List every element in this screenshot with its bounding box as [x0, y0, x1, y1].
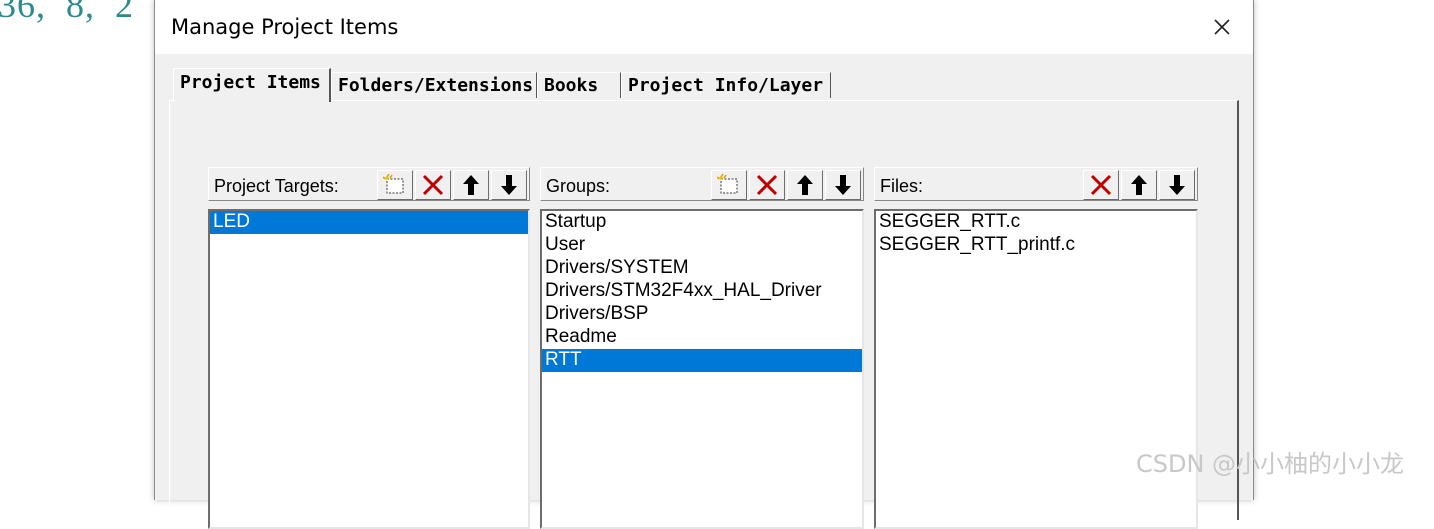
move-up-icon [1131, 175, 1147, 195]
delete-icon [756, 174, 778, 196]
groups-move-down-button[interactable] [825, 170, 861, 200]
targets-list[interactable]: LED [208, 209, 530, 529]
files-header: Files: [874, 167, 1198, 201]
move-down-icon [1169, 175, 1185, 195]
tab-project-info-layer[interactable]: Project Info/Layer [621, 72, 831, 98]
close-icon [1214, 19, 1230, 35]
list-item[interactable]: Drivers/BSP [542, 303, 862, 326]
watermark: CSDN @小小柚的小小龙 [1136, 450, 1405, 478]
files-move-up-button[interactable] [1121, 170, 1157, 200]
dialog-titlebar: Manage Project Items [155, 0, 1253, 54]
groups-new-button[interactable] [711, 170, 747, 200]
move-up-icon [797, 175, 813, 195]
list-item[interactable]: SEGGER_RTT_printf.c [876, 234, 1196, 257]
list-item[interactable]: User [542, 234, 862, 257]
tab-project-items[interactable]: Project Items [173, 68, 331, 102]
groups-move-up-button[interactable] [787, 170, 823, 200]
list-item[interactable]: RTT [542, 349, 862, 372]
targets-new-button[interactable] [377, 170, 413, 200]
list-item[interactable]: Startup [542, 211, 862, 234]
list-item[interactable]: Drivers/STM32F4xx_HAL_Driver [542, 280, 862, 303]
manage-project-items-dialog: Manage Project Items Project Items Folde… [154, 0, 1254, 529]
new-item-icon [383, 174, 404, 194]
tab-books[interactable]: Books [537, 72, 621, 98]
files-label: Files: [880, 176, 924, 196]
groups-delete-button[interactable] [749, 170, 785, 200]
move-up-icon [463, 175, 479, 195]
new-item-icon [717, 174, 738, 194]
list-item[interactable]: Readme [542, 326, 862, 349]
delete-icon [1090, 174, 1112, 196]
targets-delete-button[interactable] [415, 170, 451, 200]
targets-move-up-button[interactable] [453, 170, 489, 200]
dialog-title: Manage Project Items [171, 15, 399, 39]
files-list[interactable]: SEGGER_RTT.c SEGGER_RTT_printf.c [874, 209, 1198, 529]
list-item[interactable]: Drivers/SYSTEM [542, 257, 862, 280]
files-delete-button[interactable] [1083, 170, 1119, 200]
list-item[interactable]: LED [210, 211, 528, 234]
dialog-client-area: Project Items Folders/Extensions Books P… [155, 54, 1253, 529]
delete-icon [422, 174, 444, 196]
groups-header: Groups: [540, 167, 864, 201]
targets-header: Project Targets: [208, 167, 530, 201]
groups-list[interactable]: Startup User Drivers/SYSTEM Drivers/STM32F4… [540, 209, 864, 529]
close-button[interactable] [1207, 12, 1237, 42]
list-item[interactable]: SEGGER_RTT.c [876, 211, 1196, 234]
files-move-down-button[interactable] [1159, 170, 1195, 200]
background-code-text: 36, 8, 2 [0, 0, 134, 25]
move-down-icon [501, 175, 517, 195]
move-down-icon [835, 175, 851, 195]
project-items-panel: Project Targets: LED Groups: Startup Use… [169, 100, 1239, 529]
groups-label: Groups: [546, 176, 611, 196]
tab-folders-extensions[interactable]: Folders/Extensions [331, 72, 537, 98]
targets-move-down-button[interactable] [491, 170, 527, 200]
targets-label: Project Targets: [214, 176, 339, 196]
